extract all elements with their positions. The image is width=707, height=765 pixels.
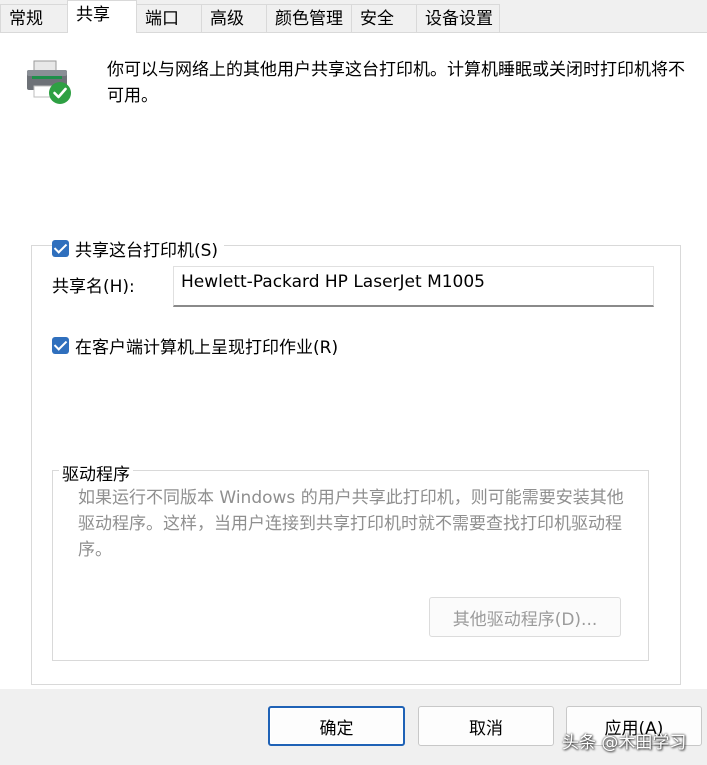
share-printer-checkbox[interactable]: [52, 240, 69, 257]
share-name-input[interactable]: [173, 266, 654, 307]
tab-security[interactable]: 安全: [351, 4, 417, 32]
watermark: 头条 @木田学习: [562, 733, 687, 753]
printer-shared-icon: [24, 57, 74, 107]
cancel-button[interactable]: 取消: [418, 706, 554, 746]
sharing-description: 你可以与网络上的其他用户共享这台打印机。计算机睡眠或关闭时打印机将不可用。: [107, 60, 685, 106]
tab-device-settings[interactable]: 设备设置: [416, 4, 500, 32]
share-printer-checkbox-row[interactable]: 共享这台打印机(S): [52, 236, 225, 261]
render-jobs-checkbox-row[interactable]: 在客户端计算机上呈现打印作业(R): [52, 333, 345, 358]
tab-advanced[interactable]: 高级: [201, 4, 267, 32]
ok-button[interactable]: 确定: [268, 706, 405, 746]
tab-ports[interactable]: 端口: [136, 4, 202, 32]
share-name-label: 共享名(H):: [52, 277, 135, 297]
tab-general[interactable]: 常规: [0, 4, 68, 32]
tab-bar: 常规 共享 端口 高级 颜色管理 安全 设备设置: [0, 0, 707, 33]
tab-color-management[interactable]: 颜色管理: [266, 4, 352, 32]
share-printer-label[interactable]: 共享这台打印机(S): [75, 236, 218, 261]
render-jobs-checkbox[interactable]: [52, 337, 69, 354]
additional-drivers-button[interactable]: 其他驱动程序(D)...: [429, 597, 621, 637]
tab-sharing[interactable]: 共享: [67, 0, 137, 33]
drivers-description: 如果运行不同版本 Windows 的用户共享此打印机，则可能需要安装其他驱动程序…: [78, 488, 624, 560]
drivers-title: 驱动程序: [59, 460, 133, 485]
render-jobs-label[interactable]: 在客户端计算机上呈现打印作业(R): [75, 333, 338, 358]
